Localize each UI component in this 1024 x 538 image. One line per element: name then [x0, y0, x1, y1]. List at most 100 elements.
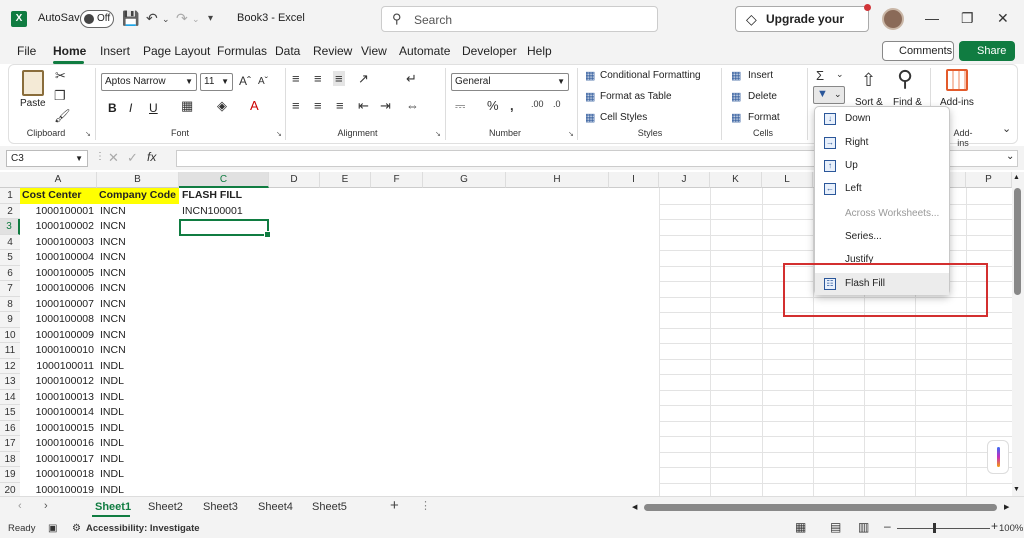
column-header-f[interactable]: F — [371, 172, 423, 188]
cell-a5[interactable]: 1000100004 — [20, 250, 97, 266]
cell-a9[interactable]: 1000100008 — [20, 312, 97, 328]
comments-button[interactable]: Comments — [882, 41, 954, 61]
percent-icon[interactable]: % — [487, 98, 499, 113]
increase-font-icon[interactable]: Aˆ — [239, 74, 251, 88]
column-header-a[interactable]: A — [20, 172, 97, 188]
cell-c13[interactable] — [179, 374, 269, 390]
cell-c8[interactable] — [179, 297, 269, 313]
autosum-icon[interactable]: Σ — [816, 68, 824, 83]
menu-file[interactable]: File — [17, 44, 36, 58]
menu-automate[interactable]: Automate — [399, 44, 450, 58]
row-header-14[interactable]: 14 — [0, 389, 20, 405]
column-header-h[interactable]: H — [506, 172, 609, 188]
cell-a2[interactable]: 1000100001 — [20, 204, 97, 220]
cell-c10[interactable] — [179, 328, 269, 344]
zoom-in-icon[interactable]: + — [991, 519, 998, 533]
cell-b13[interactable]: INDL — [97, 374, 179, 390]
increase-indent-icon[interactable]: ⇥ — [380, 98, 391, 114]
merge-center-icon[interactable]: ⇔ — [406, 98, 419, 113]
menu-view[interactable]: View — [361, 44, 387, 58]
format-cells-icon[interactable]: ▦ — [731, 111, 741, 124]
normal-view-icon[interactable]: ▦ — [795, 520, 806, 534]
cell-a7[interactable]: 1000100006 — [20, 281, 97, 297]
row-header-6[interactable]: 6 — [0, 265, 20, 281]
cell-c7[interactable] — [179, 281, 269, 297]
cancel-entry-icon[interactable]: ✕ — [108, 150, 119, 166]
cell-c9[interactable] — [179, 312, 269, 328]
page-layout-view-icon[interactable]: ▤ — [830, 520, 841, 534]
decrease-decimal-icon[interactable]: .0 — [553, 99, 561, 109]
cell-b5[interactable]: INCN — [97, 250, 179, 266]
align-right-icon[interactable]: ≡ — [336, 98, 344, 113]
cell-c14[interactable] — [179, 390, 269, 406]
cell-a14[interactable]: 1000100013 — [20, 390, 97, 406]
currency-icon[interactable]: ⎓ — [455, 98, 465, 114]
format-cells-button[interactable]: Format — [748, 112, 780, 123]
cell-a16[interactable]: 1000100015 — [20, 421, 97, 437]
scroll-right-icon[interactable]: ▶ — [1004, 503, 1009, 511]
row-header-18[interactable]: 18 — [0, 451, 20, 467]
row-header-15[interactable]: 15 — [0, 405, 20, 421]
fill-button[interactable]: ▼ ⌄ — [813, 86, 845, 104]
cell-b15[interactable]: INDL — [97, 405, 179, 421]
cell-b19[interactable]: INDL — [97, 467, 179, 483]
clipboard-launcher-icon[interactable]: ↘ — [85, 130, 91, 138]
column-header-e[interactable]: E — [320, 172, 371, 188]
vertical-scroll-thumb[interactable] — [1014, 188, 1021, 295]
select-all-corner[interactable] — [0, 172, 20, 188]
delete-cells-button[interactable]: Delete — [748, 91, 777, 102]
row-header-5[interactable]: 5 — [0, 250, 20, 266]
format-painter-icon[interactable]: 🖌 — [54, 108, 71, 124]
row-header-20[interactable]: 20 — [0, 482, 20, 496]
cell-c2[interactable]: INCN100001 — [179, 204, 269, 220]
bold-button[interactable]: B — [108, 101, 117, 115]
decrease-font-icon[interactable]: Aˇ — [258, 76, 268, 87]
tab-scroll-grip-icon[interactable]: ⋮ — [420, 499, 431, 512]
cell-c20[interactable] — [179, 483, 269, 497]
name-box[interactable]: C3 ▼ — [6, 150, 88, 167]
sheet-tab-sheet4[interactable]: Sheet4 — [258, 501, 293, 513]
row-header-13[interactable]: 13 — [0, 374, 20, 390]
menu-help[interactable]: Help — [527, 44, 552, 58]
align-top-icon[interactable]: ≡ — [292, 71, 300, 86]
cell-c15[interactable] — [179, 405, 269, 421]
menu-data[interactable]: Data — [275, 44, 300, 58]
undo-icon[interactable]: ↶ — [146, 10, 158, 27]
cell-b9[interactable]: INCN — [97, 312, 179, 328]
font-name-select[interactable]: Aptos Narrow ▼ — [101, 73, 197, 91]
row-header-1[interactable]: 1 — [0, 188, 20, 204]
italic-button[interactable]: I — [129, 101, 132, 115]
cell-b17[interactable]: INDL — [97, 436, 179, 452]
align-bottom-icon[interactable]: ≡ — [333, 71, 345, 86]
autosum-dropdown-icon[interactable]: ⌄ — [836, 69, 844, 80]
number-format-select[interactable]: General ▼ — [451, 73, 569, 91]
accessibility-icon[interactable]: ⚙ — [72, 523, 81, 534]
row-header-9[interactable]: 9 — [0, 312, 20, 328]
prev-sheet-icon[interactable]: ‹ — [18, 500, 22, 512]
insert-cells-button[interactable]: Insert — [748, 70, 773, 81]
row-header-8[interactable]: 8 — [0, 296, 20, 312]
cut-icon[interactable]: ✂ — [55, 68, 66, 84]
menu-home[interactable]: Home — [53, 44, 86, 58]
row-header-10[interactable]: 10 — [0, 327, 20, 343]
cell-b20[interactable]: INDL — [97, 483, 179, 497]
confirm-entry-icon[interactable]: ✓ — [127, 150, 138, 166]
cell-b2[interactable]: INCN — [97, 204, 179, 220]
zoom-level[interactable]: 100% — [999, 523, 1023, 534]
fill-menu-item-down[interactable]: ↓ Down — [815, 108, 949, 130]
cell-c17[interactable] — [179, 436, 269, 452]
paste-label[interactable]: Paste — [20, 98, 46, 109]
copy-icon[interactable]: ❐ — [54, 88, 66, 104]
expand-formula-bar-icon[interactable]: ⌄ — [1006, 151, 1014, 162]
zoom-out-icon[interactable]: – — [884, 519, 891, 533]
cell-styles-icon[interactable]: ▦ — [585, 111, 595, 124]
fill-color-icon[interactable]: ◈ — [217, 98, 227, 114]
paste-icon[interactable] — [22, 70, 44, 96]
avatar[interactable] — [882, 8, 904, 30]
restore-icon[interactable]: ❐ — [961, 10, 974, 27]
cell-a15[interactable]: 1000100014 — [20, 405, 97, 421]
cell-a10[interactable]: 1000100009 — [20, 328, 97, 344]
underline-button[interactable]: U — [149, 101, 158, 115]
decrease-indent-icon[interactable]: ⇤ — [358, 98, 369, 114]
column-header-k[interactable]: K — [710, 172, 762, 188]
